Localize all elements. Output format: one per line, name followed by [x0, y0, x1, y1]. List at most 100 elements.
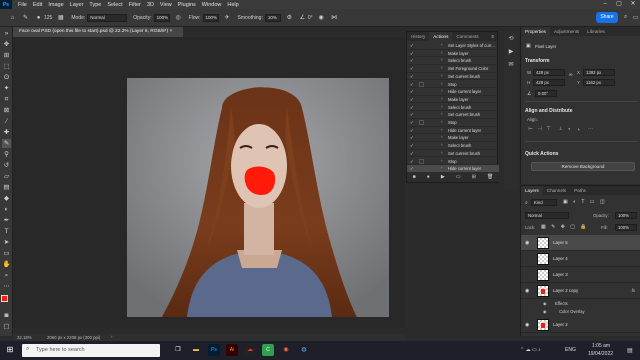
lasso-tool-icon[interactable]: ʘ	[2, 73, 11, 82]
task-view-icon[interactable]: ❐	[172, 344, 184, 356]
fill-field[interactable]: 100%	[615, 224, 637, 231]
layer-row[interactable]: ◉ Layer 2 copy fx	[521, 283, 640, 299]
height-field[interactable]: 428 px	[533, 79, 565, 86]
dialog-toggle-icon[interactable]	[419, 81, 424, 87]
action-row[interactable]: ✓ › Select brush	[407, 142, 499, 150]
checkmark-icon[interactable]: ✓	[410, 58, 414, 64]
tab-libraries[interactable]: Libraries	[583, 27, 609, 36]
checkmark-icon[interactable]: ✓	[410, 151, 414, 157]
dialog-toggle-icon[interactable]	[419, 158, 424, 164]
layer-row[interactable]: Layer 4	[521, 251, 640, 267]
layer-name[interactable]: Layer 2	[553, 322, 568, 327]
blend-mode-select[interactable]: Normal	[525, 212, 569, 219]
action-row[interactable]: ✓ › Hide current layer	[407, 88, 499, 96]
dodge-tool-icon[interactable]: ◐	[2, 205, 11, 214]
remove-background-button[interactable]: Remove Background	[531, 162, 635, 171]
tab-paths[interactable]: Paths	[570, 186, 590, 195]
checkmark-icon[interactable]: ✓	[410, 97, 414, 103]
dialog-toggle-icon[interactable]	[419, 120, 424, 125]
align-bottom-icon[interactable]: ⫠	[575, 126, 582, 133]
checkmark-icon[interactable]: ✓	[410, 159, 414, 165]
checkmark-icon[interactable]: ✓	[410, 89, 414, 95]
type-tool-icon[interactable]: T	[2, 227, 11, 236]
eyedropper-icon[interactable]: ⁄	[2, 117, 11, 126]
zoom-tool-icon[interactable]: ⌕	[2, 271, 11, 280]
layer-opacity-field[interactable]: 100%	[615, 212, 637, 219]
expand-arrow-icon[interactable]: ›	[441, 150, 443, 155]
menu-edit[interactable]: Edit	[33, 2, 42, 8]
illustrator-taskbar-icon[interactable]: Ai	[226, 344, 238, 356]
clone-stamp-icon[interactable]: ⚲	[2, 150, 11, 159]
brush-preset-icon[interactable]: ●	[34, 13, 43, 22]
action-row[interactable]: ✓ › Stop	[407, 158, 499, 165]
checkmark-icon[interactable]: ✓	[410, 43, 414, 49]
panel-menu-icon[interactable]: ≡	[491, 34, 497, 39]
menu-view[interactable]: View	[160, 2, 172, 8]
flow-field[interactable]: 100%	[202, 13, 219, 22]
menu-window[interactable]: Window	[202, 2, 222, 8]
foreground-color-swatch[interactable]	[1, 295, 8, 302]
history-panel-icon[interactable]: ⟲	[506, 34, 516, 44]
checkmark-icon[interactable]: ✓	[410, 120, 414, 126]
brush-settings-icon[interactable]: ▦	[56, 13, 65, 22]
tab-comments[interactable]: Comments	[452, 32, 482, 41]
expand-arrow-icon[interactable]: ›	[441, 142, 443, 147]
layer-effects-icon[interactable]: fx	[632, 288, 635, 293]
brush-tool-icon[interactable]: ✎	[2, 139, 11, 148]
status-arrow-icon[interactable]: ›	[111, 334, 112, 339]
expand-arrow-icon[interactable]: ›	[441, 65, 443, 70]
tab-layers[interactable]: Layers	[521, 186, 543, 195]
action-row[interactable]: ✓ › Make layer	[407, 50, 499, 58]
visibility-eye-icon[interactable]: ◉	[525, 322, 529, 328]
blur-tool-icon[interactable]: ◆	[2, 194, 11, 203]
align-top-icon[interactable]: ⊥	[557, 126, 564, 133]
action-row[interactable]: ✓ › Set current brush	[407, 73, 499, 81]
new-action-icon[interactable]: ⊞	[472, 174, 476, 180]
zoom-readout[interactable]: 22.18%	[17, 335, 32, 340]
system-tray-icons[interactable]: ⌃ ☁ ▭ ♪	[520, 347, 541, 353]
creative-cloud-icon[interactable]: ☁	[244, 344, 256, 356]
layer-row[interactable]: ◉ Layer 2	[521, 317, 640, 333]
checkmark-icon[interactable]: ✓	[410, 128, 414, 134]
marquee-tool-icon[interactable]: ⬚	[2, 62, 11, 71]
tab-actions[interactable]: Actions	[429, 32, 453, 41]
layer-name[interactable]: Layer 4	[553, 256, 568, 261]
maximize-icon[interactable]: ▢	[612, 0, 626, 9]
file-explorer-icon[interactable]: ▬	[190, 344, 202, 356]
smoothing-settings-icon[interactable]: ⚙	[285, 13, 294, 22]
magic-wand-icon[interactable]: ✦	[2, 84, 11, 93]
expand-arrow-icon[interactable]: ›	[441, 57, 443, 62]
document-tab[interactable]: Face oval PSD (open this file to start).…	[13, 27, 183, 37]
link-icon[interactable]: ∞	[569, 72, 573, 78]
tab-adjustments[interactable]: Adjustments	[550, 27, 583, 36]
visibility-eye-icon[interactable]: ◉	[525, 288, 529, 294]
gradient-icon[interactable]: ▤	[2, 183, 11, 192]
expand-arrow-icon[interactable]: ›	[441, 96, 443, 101]
menu-type[interactable]: Type	[89, 2, 101, 8]
menu-layer[interactable]: Layer	[70, 2, 84, 8]
pressure-size-icon[interactable]: ◉	[317, 13, 326, 22]
menu-file[interactable]: File	[18, 2, 27, 8]
layer-name[interactable]: Layer 5	[553, 240, 568, 245]
checkmark-icon[interactable]: ✓	[410, 112, 414, 118]
eraser-icon[interactable]: ▱	[2, 172, 11, 181]
brush-size[interactable]: 125	[44, 15, 52, 21]
action-row[interactable]: ✓ › Make layer	[407, 96, 499, 104]
artboard-tool-icon[interactable]: ⊞	[2, 51, 11, 60]
checkmark-icon[interactable]: ✓	[410, 82, 414, 88]
pressure-opacity-icon[interactable]: ◎	[174, 13, 183, 22]
tab-properties[interactable]: Properties	[521, 27, 550, 36]
pen-tool-icon[interactable]: ✒	[2, 216, 11, 225]
tab-channels[interactable]: Channels	[543, 186, 570, 195]
align-right-icon[interactable]: ⊤	[545, 126, 552, 133]
align-center-icon[interactable]: ⊣	[536, 126, 543, 133]
checkmark-icon[interactable]: ✓	[410, 66, 414, 72]
edge-icon[interactable]: ◍	[298, 344, 310, 356]
opacity-field[interactable]: 100%	[153, 13, 170, 22]
close-icon[interactable]: ✕	[626, 0, 640, 9]
eye-icon[interactable]: ◉	[543, 309, 547, 314]
expand-arrow-icon[interactable]: ›	[441, 134, 443, 139]
minimize-icon[interactable]: –	[598, 0, 612, 9]
layer-row[interactable]: ◉ Layer 5	[521, 235, 640, 251]
tab-history[interactable]: History	[407, 32, 429, 41]
